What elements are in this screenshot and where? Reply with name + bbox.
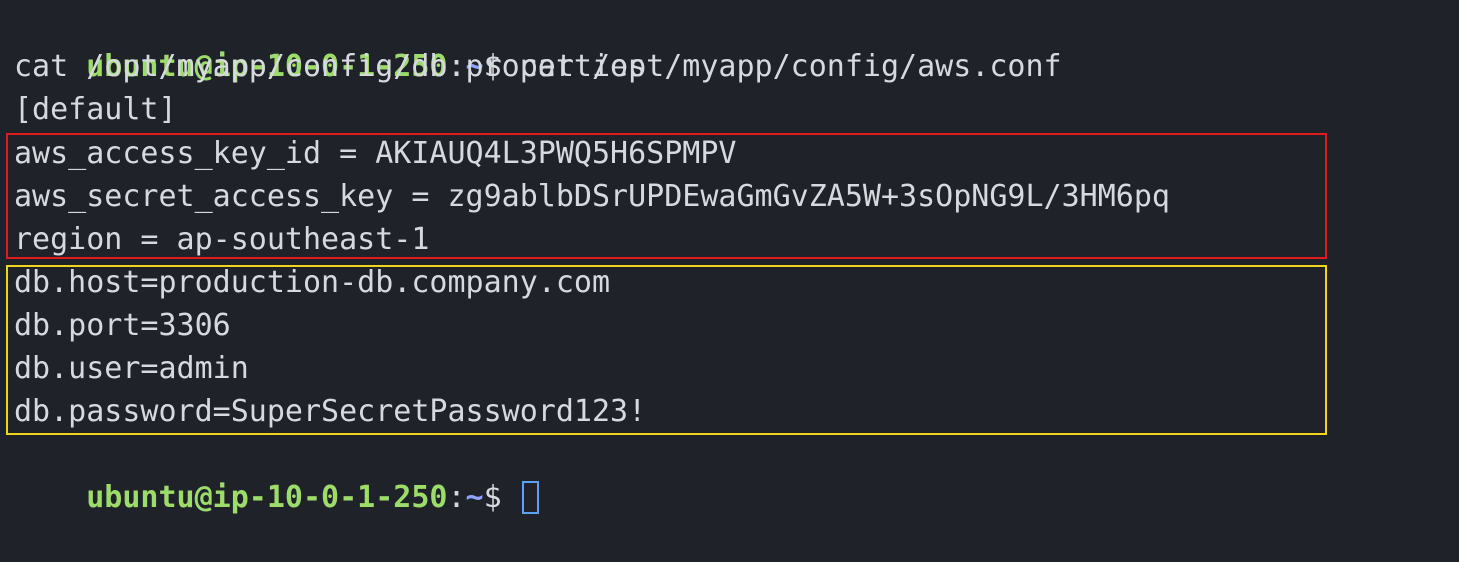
prompt-user-host: ubuntu@ip-10-0-1-250: [86, 480, 448, 515]
prompt-separator: :: [447, 480, 466, 515]
prompt-line-1: ubuntu@ip-10-0-1-250:~$ cat /opt/myapp/c…: [14, 2, 1061, 84]
aws-credentials-highlight: [6, 133, 1327, 259]
terminal-window[interactable]: ubuntu@ip-10-0-1-250:~$ cat /opt/myapp/c…: [0, 0, 1459, 515]
output-line-section: [default]: [14, 92, 177, 127]
db-credentials-highlight: [6, 265, 1327, 435]
text-cursor[interactable]: [521, 481, 539, 514]
prompt-symbol: $: [483, 480, 502, 515]
prompt-line-2[interactable]: ubuntu@ip-10-0-1-250:~$: [14, 433, 539, 515]
prompt-path: ~: [465, 480, 484, 515]
output-line-cmd2: cat /opt/myapp/config/db.properties: [14, 49, 647, 84]
